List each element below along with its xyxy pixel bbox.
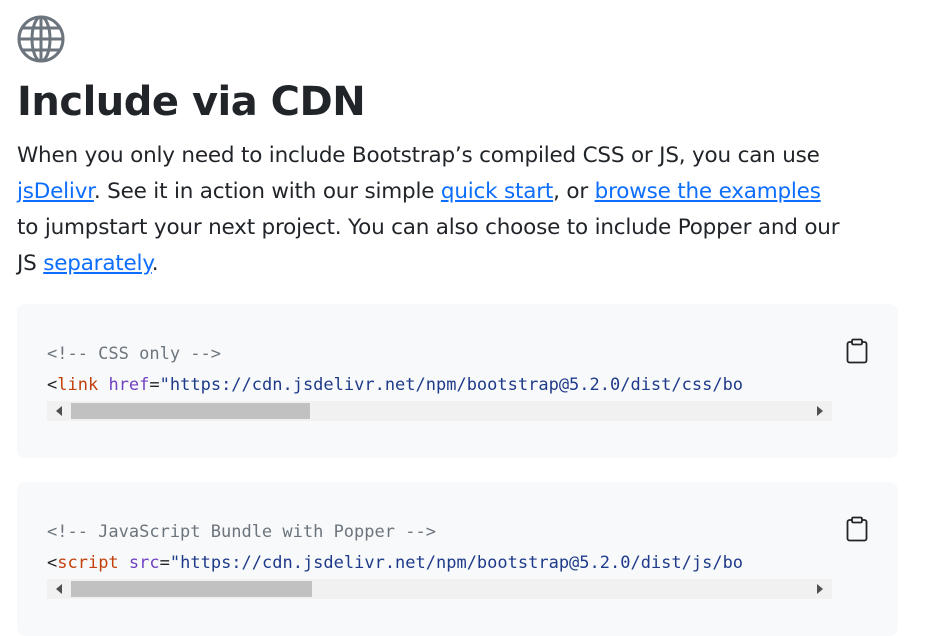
scroll-left-icon[interactable] [56,584,62,594]
horizontal-scrollbar[interactable] [47,401,832,421]
code-bracket: < [47,553,58,573]
code-equals: = [159,553,170,573]
globe-icon [17,15,65,63]
code-bracket: < [47,375,58,395]
lead-text: . [151,251,159,276]
lead-text: When you only need to include Bootstrap’… [17,143,820,168]
code-block-css: <!-- CSS only --> <link href="https://cd… [17,304,898,458]
scroll-right-icon[interactable] [817,406,823,416]
jsdelivr-link[interactable]: jsDelivr [17,179,94,204]
code-string: "https://cdn.jsdelivr.net/npm/bootstrap@… [169,553,744,573]
lead-text: , or [553,179,595,204]
code-text[interactable]: <!-- JavaScript Bundle with Popper --> <… [47,517,832,579]
horizontal-scrollbar[interactable] [47,579,832,599]
scroll-left-icon[interactable] [56,406,62,416]
code-attr: src [128,553,160,573]
code-text[interactable]: <!-- CSS only --> <link href="https://cd… [47,339,832,401]
cdn-section: Include via CDN When you only need to in… [0,0,952,636]
code-string: "https://cdn.jsdelivr.net/npm/bootstrap@… [159,375,744,395]
scroll-right-icon[interactable] [817,584,823,594]
code-comment: <!-- CSS only --> [47,344,221,364]
lead-paragraph: When you only need to include Bootstrap’… [17,138,847,282]
quick-start-link[interactable]: quick start [441,179,553,204]
code-equals: = [149,375,160,395]
lead-text: . See it in action with our simple [93,179,441,204]
clipboard-icon[interactable] [846,516,868,542]
browse-examples-link[interactable]: browse the examples [595,179,821,204]
code-attr: href [108,375,150,395]
scrollbar-thumb[interactable] [71,403,310,419]
code-comment: <!-- JavaScript Bundle with Popper --> [47,522,436,542]
code-block-js: <!-- JavaScript Bundle with Popper --> <… [17,482,898,636]
scrollbar-thumb[interactable] [71,581,312,597]
clipboard-icon[interactable] [846,338,868,364]
page-title: Include via CDN [17,79,366,125]
code-tag: script [57,553,119,573]
separately-link[interactable]: separately [43,251,152,276]
code-tag: link [57,375,99,395]
